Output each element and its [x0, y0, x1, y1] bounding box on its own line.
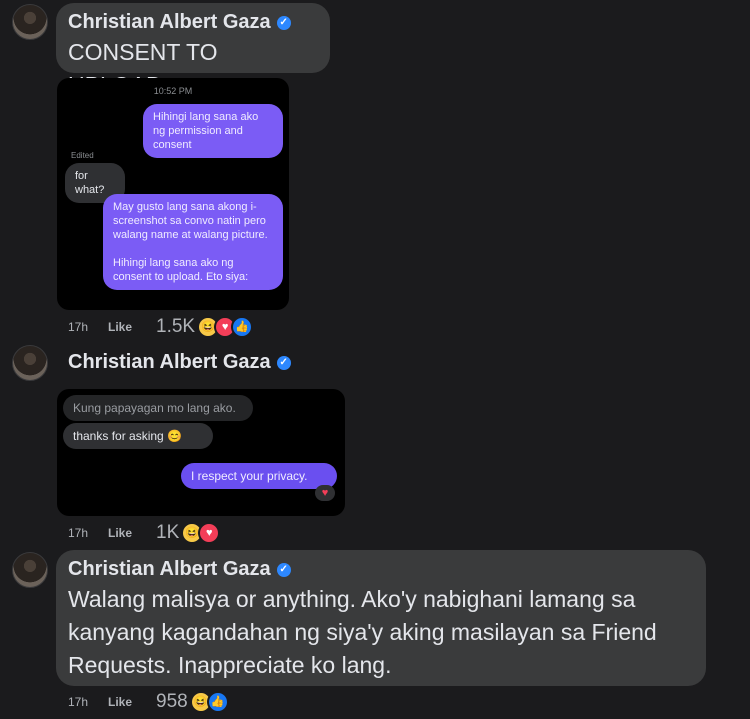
- reactions[interactable]: 😆 ♥ 👍: [197, 316, 254, 338]
- like-button[interactable]: Like: [108, 526, 156, 540]
- heart-reaction-icon: ♥: [315, 485, 335, 501]
- author-name[interactable]: Christian Albert Gaza: [68, 558, 271, 581]
- like-reaction-icon: 👍: [206, 691, 229, 713]
- comment-bubble: Christian Albert Gaza ✓ CONSENT TO UPLOA…: [56, 3, 330, 98]
- comment-meta: 17h Like 1K 😆 ♥: [68, 522, 221, 544]
- comment-time[interactable]: 17h: [68, 695, 108, 709]
- message-sent: Hihingi lang sana ako ng permission and …: [143, 104, 283, 158]
- comment-time[interactable]: 17h: [68, 526, 108, 540]
- heart-reaction-icon: ♥: [198, 522, 221, 544]
- reactions[interactable]: 😆 ♥: [181, 522, 221, 544]
- reactions[interactable]: 😆 👍: [189, 691, 229, 713]
- message-received: Kung papayagan mo lang ako.: [63, 395, 253, 421]
- comment-meta: 17h Like 958 😆 👍: [68, 691, 229, 713]
- like-button[interactable]: Like: [108, 320, 156, 334]
- reaction-count[interactable]: 1.5K: [156, 316, 195, 338]
- comment-meta: 17h Like 1.5K 😆 ♥ 👍: [68, 316, 254, 338]
- comment-bubble: Christian Albert Gaza ✓ Walang malisya o…: [56, 550, 706, 686]
- avatar[interactable]: [12, 345, 48, 381]
- message-sent: May gusto lang sana akong i-screenshot s…: [103, 194, 283, 290]
- verified-badge-icon: ✓: [276, 562, 291, 577]
- avatar[interactable]: [12, 552, 48, 588]
- comment-time[interactable]: 17h: [68, 320, 108, 334]
- edited-label: Edited: [71, 151, 94, 160]
- avatar[interactable]: [12, 4, 48, 40]
- like-button[interactable]: Like: [108, 695, 156, 709]
- message-sent: I respect your privacy.: [181, 463, 337, 489]
- message-received: thanks for asking 😊: [63, 423, 213, 449]
- comment-header: Christian Albert Gaza ✓: [68, 351, 291, 374]
- attached-screenshot[interactable]: Kung papayagan mo lang ako. thanks for a…: [57, 389, 345, 516]
- reaction-count[interactable]: 958: [156, 691, 188, 713]
- like-reaction-icon: 👍: [231, 316, 254, 338]
- author-name[interactable]: Christian Albert Gaza: [68, 11, 271, 34]
- reaction-count[interactable]: 1K: [156, 522, 179, 544]
- verified-badge-icon: ✓: [276, 15, 291, 30]
- attached-screenshot[interactable]: 10:52 PM Hihingi lang sana ako ng permis…: [57, 78, 289, 310]
- comment-text: Walang malisya or anything. Ako'y nabigh…: [68, 586, 657, 678]
- author-name[interactable]: Christian Albert Gaza: [68, 351, 271, 374]
- verified-badge-icon: ✓: [276, 355, 291, 370]
- screenshot-timestamp: 10:52 PM: [153, 86, 193, 96]
